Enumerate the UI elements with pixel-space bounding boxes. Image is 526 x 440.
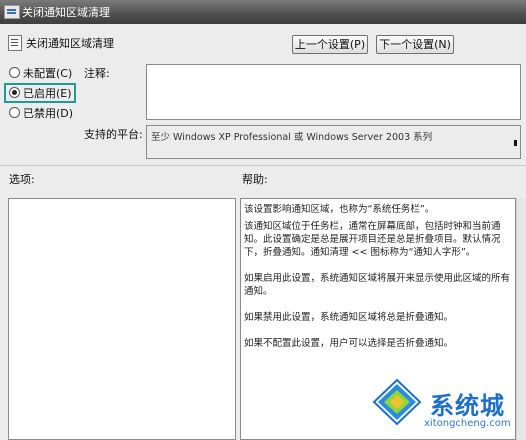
options-label: 选项: [9, 173, 35, 186]
watermark-text: 系统城 [430, 392, 505, 420]
radio-label: 未配置(C) [23, 67, 73, 80]
radio-label: 已禁用(D) [23, 107, 74, 120]
radio-button-icon[interactable] [9, 87, 20, 98]
comment-label: 注释: [84, 67, 110, 80]
comment-textarea[interactable] [146, 64, 521, 120]
help-paragraph: 该通知区域位于任务栏，通常在屏幕底部，包括时钟和当前通知。此设置确定是总是展开项… [244, 221, 501, 258]
radio-disabled[interactable]: 已禁用(D) [9, 106, 73, 122]
policy-app-icon [4, 5, 20, 19]
platform-label: 支持的平台: [84, 128, 143, 141]
help-paragraph: 如果禁用此设置，系统通知区域将总是折叠通知。 [244, 312, 454, 323]
help-scrollbar[interactable] [516, 198, 526, 440]
help-paragraph: 如果不配置此设置，用户可以选择是否折叠通知。 [244, 338, 454, 349]
radio-button-icon[interactable] [9, 107, 20, 118]
supported-platform-field: 至少 Windows XP Professional 或 Windows Ser… [146, 125, 521, 159]
radio-button-icon[interactable] [9, 67, 20, 78]
next-setting-button[interactable]: 下一个设置(N) [376, 35, 454, 54]
previous-setting-button[interactable]: 上一个设置(P) [292, 35, 368, 54]
options-pane[interactable] [8, 198, 236, 440]
watermark-logo-icon [372, 378, 422, 426]
title-bar: 关闭通知区域清理 [0, 0, 526, 25]
help-paragraph: 该设置影响通知区域，也称为“系统任务栏”。 [244, 204, 435, 215]
divider [0, 165, 526, 166]
help-label: 帮助: [242, 173, 268, 186]
window-title: 关闭通知区域清理 [22, 6, 110, 19]
setting-title: 关闭通知区域清理 [26, 37, 114, 50]
scroll-indicator-icon[interactable] [514, 140, 517, 146]
platform-value: 至少 Windows XP Professional 或 Windows Ser… [151, 132, 433, 143]
radio-not-configured[interactable]: 未配置(C) [9, 66, 72, 82]
help-paragraph: 如果启用此设置，系统通知区域将展开来显示使用此区域的所有通知。 [244, 273, 511, 297]
watermark-url: xitongcheng.com [424, 418, 511, 429]
policy-setting-icon [8, 35, 22, 51]
radio-label: 已启用(E) [23, 87, 72, 100]
radio-enabled[interactable]: 已启用(E) [9, 86, 72, 102]
